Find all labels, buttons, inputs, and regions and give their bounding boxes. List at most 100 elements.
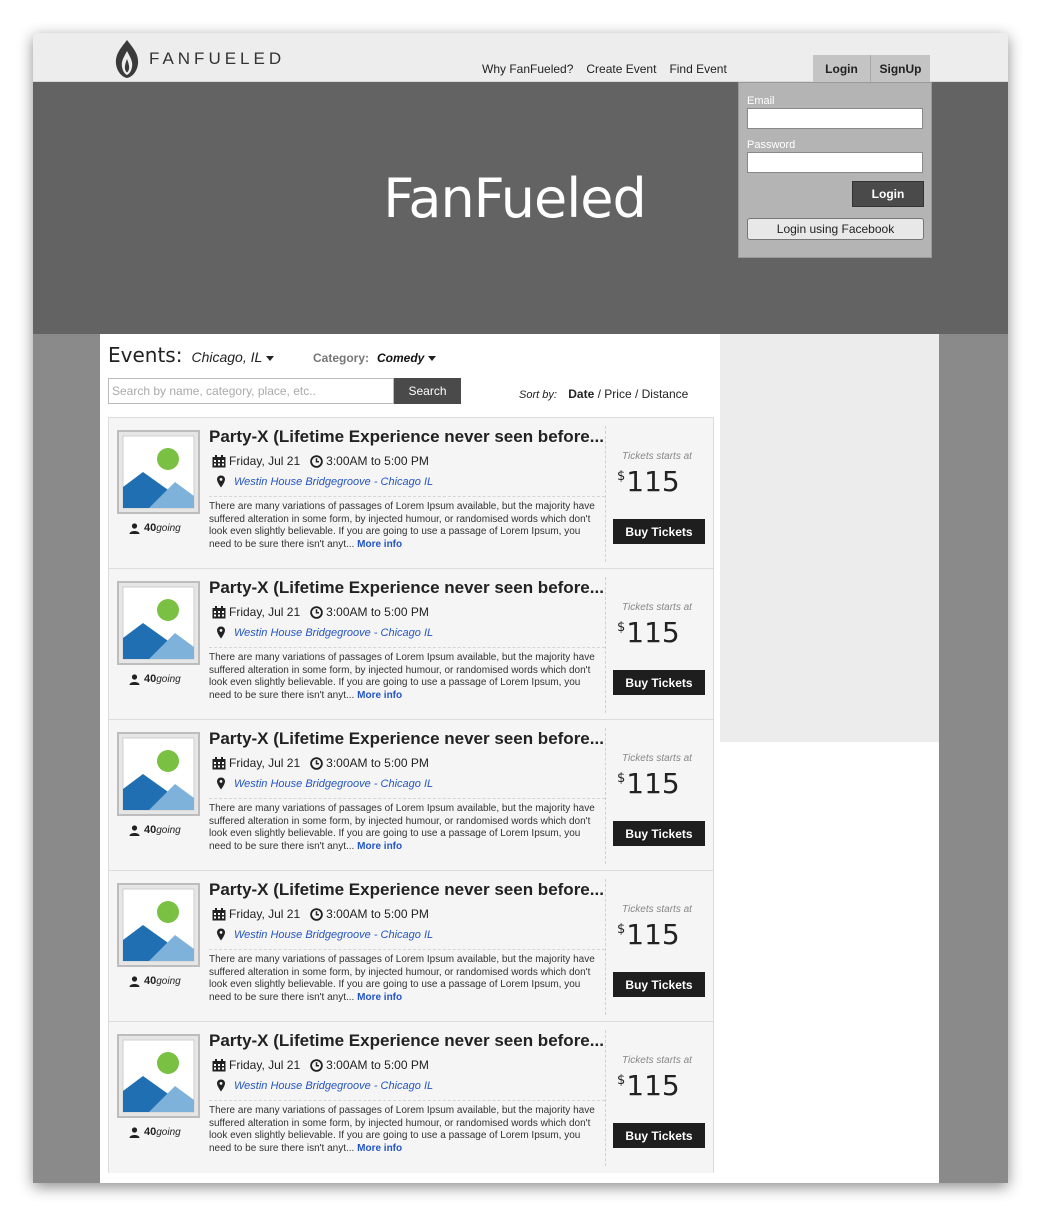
event-thumbnail[interactable] bbox=[117, 732, 200, 816]
event-venue[interactable]: Westin House Bridgegroove - Chicago IL bbox=[214, 777, 433, 790]
going-word: going bbox=[156, 522, 181, 534]
signup-tab[interactable]: SignUp bbox=[871, 55, 930, 82]
event-venue[interactable]: Westin House Bridgegroove - Chicago IL bbox=[214, 626, 433, 639]
category-selector[interactable]: Comedy bbox=[377, 351, 437, 365]
event-venue-text: Westin House Bridgegroove - Chicago IL bbox=[234, 475, 434, 488]
buy-tickets-button[interactable]: Buy Tickets bbox=[613, 519, 705, 544]
event-title[interactable]: Party-X (Lifetime Experience never seen … bbox=[209, 578, 604, 598]
caret-down-icon bbox=[266, 355, 275, 361]
event-card: 40 going Party-X (Lifetime Experience nev… bbox=[109, 1022, 713, 1173]
login-dropdown-panel: Email Password Login Login using Faceboo… bbox=[738, 82, 932, 258]
event-title[interactable]: Party-X (Lifetime Experience never seen … bbox=[209, 427, 604, 447]
event-card: 40 going Party-X (Lifetime Experience nev… bbox=[109, 871, 713, 1022]
user-icon bbox=[129, 522, 140, 534]
event-description: There are many variations of passages of… bbox=[209, 652, 599, 702]
event-datetime: Friday, Jul 21 3:00AM to 5:00 PM bbox=[212, 605, 429, 619]
sort-distance[interactable]: Distance bbox=[642, 387, 689, 401]
event-title[interactable]: Party-X (Lifetime Experience never seen … bbox=[209, 1031, 604, 1051]
event-venue[interactable]: Westin House Bridgegroove - Chicago IL bbox=[214, 928, 433, 941]
going-count: 40 going bbox=[129, 673, 181, 685]
auth-tabs: Login SignUp bbox=[813, 55, 930, 82]
going-count: 40 going bbox=[129, 522, 181, 534]
tickets-label: Tickets starts at bbox=[622, 1055, 692, 1066]
currency-symbol: $ bbox=[617, 1073, 626, 1088]
city-selector[interactable]: Chicago, IL bbox=[191, 349, 275, 365]
password-field[interactable] bbox=[747, 152, 923, 173]
login-tab[interactable]: Login bbox=[813, 55, 871, 82]
event-time-text: 3:00AM to 5:00 PM bbox=[326, 454, 429, 468]
category-value: Comedy bbox=[377, 351, 425, 365]
ticket-price: $115 bbox=[617, 1069, 713, 1102]
more-info-link[interactable]: More info bbox=[357, 992, 402, 1003]
event-description: There are many variations of passages of… bbox=[209, 1105, 599, 1155]
buy-tickets-button[interactable]: Buy Tickets bbox=[613, 972, 705, 997]
buy-tickets-button[interactable]: Buy Tickets bbox=[613, 1123, 705, 1148]
event-venue-text: Westin House Bridgegroove - Chicago IL bbox=[234, 777, 434, 790]
search-input[interactable]: Search by name, category, place, etc.. bbox=[108, 378, 394, 404]
event-date: Friday, Jul 21 bbox=[229, 907, 301, 921]
main-nav: Why FanFueled? Create Event Find Event bbox=[482, 62, 740, 76]
event-time: 3:00AM to 5:00 PM bbox=[310, 454, 429, 468]
event-time: 3:00AM to 5:00 PM bbox=[310, 605, 429, 619]
clock-icon bbox=[310, 454, 323, 468]
tickets-label: Tickets starts at bbox=[622, 753, 692, 764]
sort-price[interactable]: Price bbox=[604, 387, 631, 401]
email-field[interactable] bbox=[747, 108, 923, 129]
event-card: 40 going Party-X (Lifetime Experience nev… bbox=[109, 418, 713, 569]
ticket-price: $115 bbox=[617, 465, 713, 498]
event-thumbnail[interactable] bbox=[117, 430, 200, 514]
image-placeholder-icon bbox=[119, 583, 198, 663]
user-icon bbox=[129, 673, 140, 685]
event-time-text: 3:00AM to 5:00 PM bbox=[326, 605, 429, 619]
event-title[interactable]: Party-X (Lifetime Experience never seen … bbox=[209, 729, 604, 749]
event-date: Friday, Jul 21 bbox=[229, 1058, 301, 1072]
nav-why-fanfueled[interactable]: Why FanFueled? bbox=[482, 62, 573, 76]
tickets-label: Tickets starts at bbox=[622, 451, 692, 462]
buy-tickets-button[interactable]: Buy Tickets bbox=[613, 821, 705, 846]
login-submit-button[interactable]: Login bbox=[852, 181, 924, 207]
event-venue[interactable]: Westin House Bridgegroove - Chicago IL bbox=[214, 475, 433, 488]
going-word: going bbox=[156, 824, 181, 836]
event-venue[interactable]: Westin House Bridgegroove - Chicago IL bbox=[214, 1079, 433, 1092]
map-pin-icon bbox=[217, 777, 225, 790]
event-datetime: Friday, Jul 21 3:00AM to 5:00 PM bbox=[212, 1058, 429, 1072]
image-placeholder-icon bbox=[119, 885, 198, 965]
user-icon bbox=[129, 824, 140, 836]
event-time: 3:00AM to 5:00 PM bbox=[310, 1058, 429, 1072]
facebook-login-button[interactable]: Login using Facebook bbox=[747, 218, 924, 240]
sort-date[interactable]: Date bbox=[568, 387, 594, 401]
more-info-link[interactable]: More info bbox=[357, 539, 402, 550]
city-value: Chicago, IL bbox=[191, 349, 263, 365]
event-thumbnail[interactable] bbox=[117, 883, 200, 967]
brand-name: FANFUELED bbox=[149, 49, 286, 68]
ticket-price: $115 bbox=[617, 918, 713, 951]
event-venue-text: Westin House Bridgegroove - Chicago IL bbox=[234, 928, 434, 941]
price-value: 115 bbox=[626, 1069, 680, 1102]
event-description: There are many variations of passages of… bbox=[209, 803, 599, 853]
event-time-text: 3:00AM to 5:00 PM bbox=[326, 907, 429, 921]
map-pin-icon bbox=[217, 626, 225, 639]
map-pin-icon bbox=[217, 928, 225, 941]
image-placeholder-icon bbox=[119, 1036, 198, 1116]
event-datetime: Friday, Jul 21 3:00AM to 5:00 PM bbox=[212, 907, 429, 921]
more-info-link[interactable]: More info bbox=[357, 1143, 402, 1154]
more-info-link[interactable]: More info bbox=[357, 690, 402, 701]
nav-create-event[interactable]: Create Event bbox=[586, 62, 656, 76]
search-button[interactable]: Search bbox=[394, 378, 461, 404]
event-time: 3:00AM to 5:00 PM bbox=[310, 907, 429, 921]
event-title[interactable]: Party-X (Lifetime Experience never seen … bbox=[209, 880, 604, 900]
calendar-icon bbox=[212, 756, 226, 769]
event-thumbnail[interactable] bbox=[117, 581, 200, 665]
divider bbox=[605, 1030, 606, 1166]
more-info-link[interactable]: More info bbox=[357, 841, 402, 852]
event-date: Friday, Jul 21 bbox=[229, 605, 301, 619]
event-date: Friday, Jul 21 bbox=[229, 454, 301, 468]
event-thumbnail[interactable] bbox=[117, 1034, 200, 1118]
brand-logo[interactable]: FANFUELED bbox=[113, 39, 285, 79]
going-count: 40 going bbox=[129, 1126, 181, 1138]
going-count: 40 going bbox=[129, 975, 181, 987]
currency-symbol: $ bbox=[617, 771, 626, 786]
nav-find-event[interactable]: Find Event bbox=[669, 62, 726, 76]
flame-logo-icon bbox=[115, 40, 139, 78]
buy-tickets-button[interactable]: Buy Tickets bbox=[613, 670, 705, 695]
